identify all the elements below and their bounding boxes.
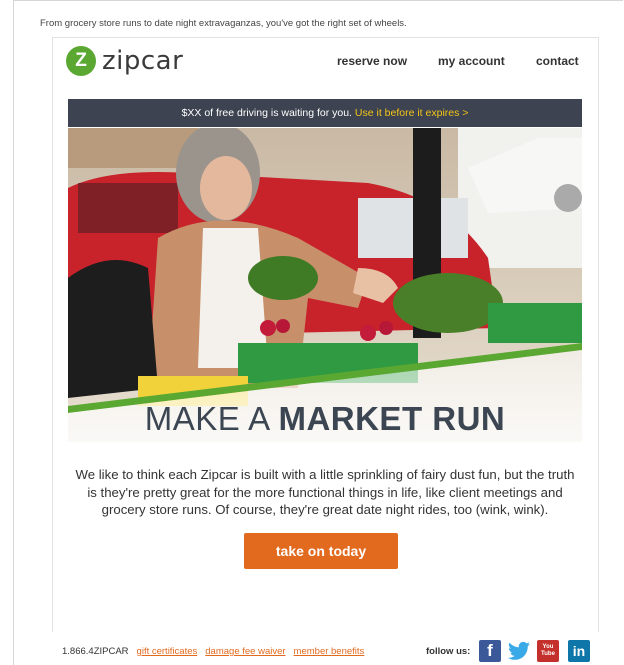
facebook-icon[interactable]: f [479, 640, 501, 662]
gift-certificates-link[interactable]: gift certificates [137, 646, 198, 657]
nav-contact[interactable]: contact [536, 54, 579, 68]
headline-light: MAKE A [144, 400, 279, 437]
promo-banner: $XX of free driving is waiting for you. … [68, 99, 582, 127]
body-copy: We like to think each Zipcar is built wi… [75, 467, 575, 517]
promo-text: $XX of free driving is waiting for you. [181, 107, 352, 119]
damage-fee-waiver-link[interactable]: damage fee waiver [205, 646, 285, 657]
headline-bold: MARKET RUN [278, 400, 506, 437]
promo-link[interactable]: Use it before it expires > [355, 107, 469, 119]
zipcar-logo-icon: Z [66, 46, 96, 76]
youtube-icon[interactable]: You Tube [537, 640, 559, 662]
zipcar-logo[interactable]: Z zipcar [66, 46, 183, 76]
phone-number: 1.866.4ZIPCAR [62, 646, 129, 657]
hero-image [68, 128, 582, 442]
member-benefits-link[interactable]: member benefits [294, 646, 365, 657]
linkedin-icon[interactable]: in [568, 640, 590, 662]
nav-my-account[interactable]: my account [438, 54, 505, 68]
twitter-bird-icon [508, 641, 530, 660]
nav-reserve-now[interactable]: reserve now [337, 54, 407, 68]
twitter-icon[interactable] [508, 640, 530, 662]
footer-links: 1.866.4ZIPCAR gift certificates damage f… [62, 646, 364, 657]
zipcar-logo-text: zipcar [102, 46, 184, 76]
hero-headline: MAKE A MARKET RUN [68, 400, 582, 438]
take-on-today-button[interactable]: take on today [244, 533, 398, 569]
follow-us-label: follow us: [426, 646, 471, 657]
preheader-text: From grocery store runs to date night ex… [40, 18, 407, 29]
